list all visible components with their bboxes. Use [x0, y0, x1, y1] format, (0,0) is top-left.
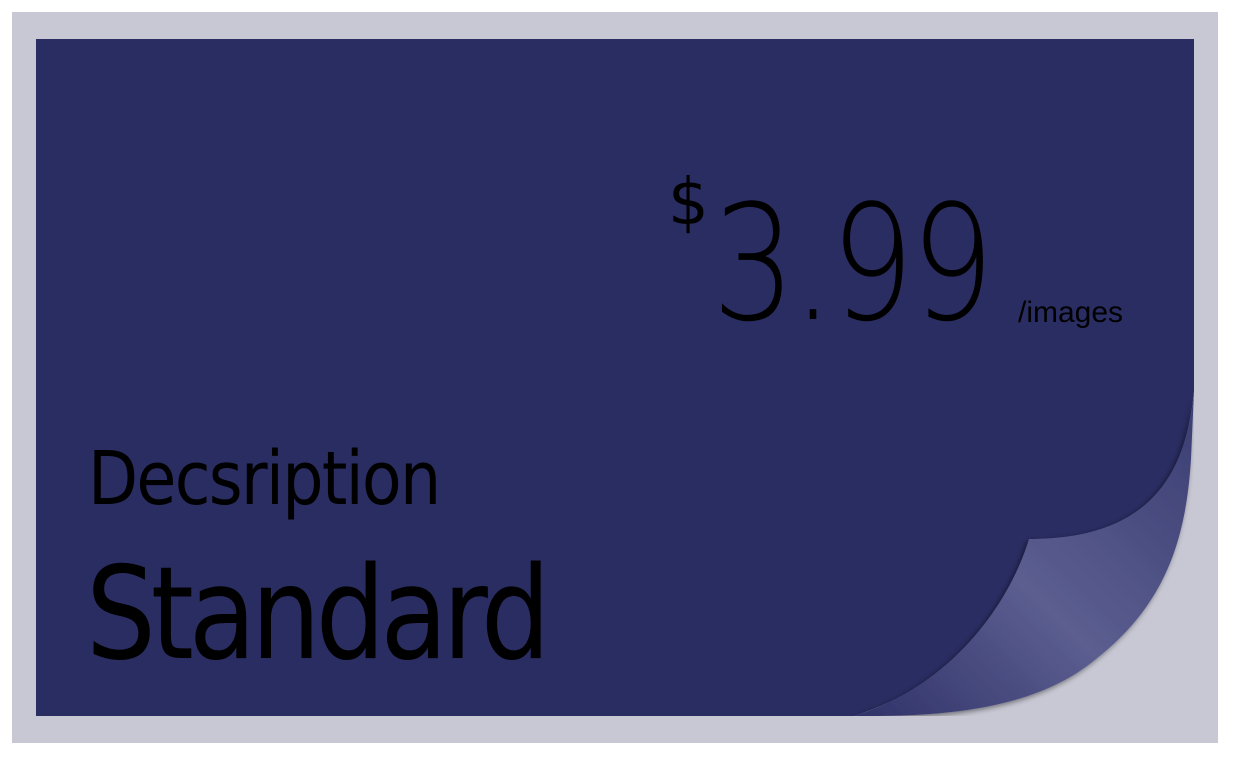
description-label: Decsription [88, 436, 441, 522]
price-unit: /images [1018, 296, 1124, 329]
pricing-card[interactable]: $ 3.99 /images Decsription Standard [36, 39, 1194, 716]
currency-symbol: $ [668, 166, 709, 240]
price-amount: 3.99 [712, 170, 994, 357]
plan-name: Standard [86, 540, 551, 689]
pricing-card-frame: $ 3.99 /images Decsription Standard [12, 12, 1218, 743]
